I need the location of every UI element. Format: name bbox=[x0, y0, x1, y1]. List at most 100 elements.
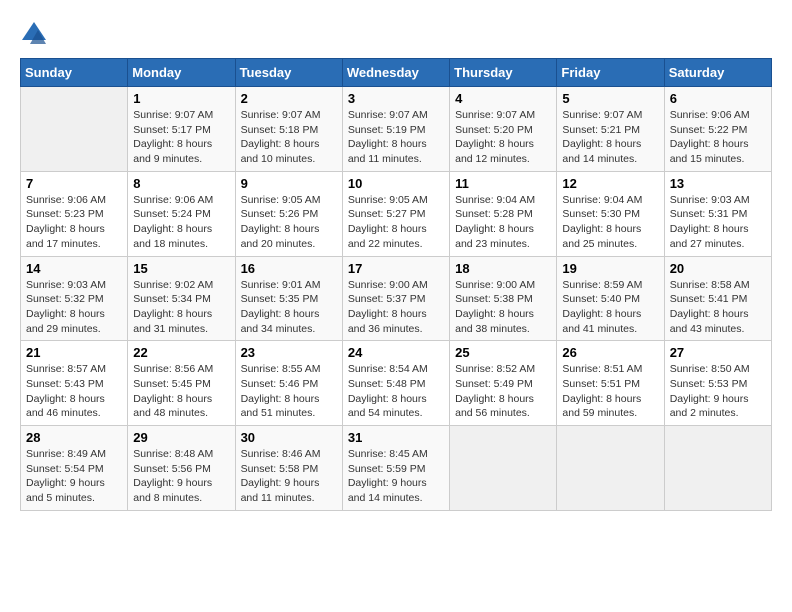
table-row: 13 Sunrise: 9:03 AM Sunset: 5:31 PM Dayli… bbox=[664, 171, 771, 256]
table-row: 30 Sunrise: 8:46 AM Sunset: 5:58 PM Dayli… bbox=[235, 426, 342, 511]
calendar-week-row: 7Sunrise: 9:06 AM Sunset: 5:23 PM Daylig… bbox=[21, 171, 772, 256]
day-number: 1 bbox=[133, 91, 229, 106]
calendar-week-row: 14 Sunrise: 9:03 AM Sunset: 5:32 PM Dayli… bbox=[21, 256, 772, 341]
day-number: 18 bbox=[455, 261, 551, 276]
day-number: 16 bbox=[241, 261, 337, 276]
day-info: Sunrise: 9:03 AM Sunset: 5:32 PM Dayligh… bbox=[26, 278, 122, 337]
table-row: 8 Sunrise: 9:06 AM Sunset: 5:24 PM Daylig… bbox=[128, 171, 235, 256]
table-row: 26Sunrise: 8:51 AM Sunset: 5:51 PM Dayli… bbox=[557, 341, 664, 426]
day-number: 15 bbox=[133, 261, 229, 276]
table-row: 25Sunrise: 8:52 AM Sunset: 5:49 PM Dayli… bbox=[450, 341, 557, 426]
table-row bbox=[450, 426, 557, 511]
day-info: Sunrise: 9:07 AM Sunset: 5:20 PM Dayligh… bbox=[455, 108, 551, 167]
table-row: 17 Sunrise: 9:00 AM Sunset: 5:37 PM Dayli… bbox=[342, 256, 449, 341]
table-row: 29Sunrise: 8:48 AM Sunset: 5:56 PM Dayli… bbox=[128, 426, 235, 511]
day-info: Sunrise: 8:46 AM Sunset: 5:58 PM Dayligh… bbox=[241, 447, 337, 506]
day-info: Sunrise: 9:00 AM Sunset: 5:38 PM Dayligh… bbox=[455, 278, 551, 337]
day-info: Sunrise: 9:02 AM Sunset: 5:34 PM Dayligh… bbox=[133, 278, 229, 337]
col-thursday: Thursday bbox=[450, 59, 557, 87]
day-number: 9 bbox=[241, 176, 337, 191]
day-number: 19 bbox=[562, 261, 658, 276]
table-row: 2Sunrise: 9:07 AM Sunset: 5:18 PM Daylig… bbox=[235, 87, 342, 172]
day-info: Sunrise: 9:07 AM Sunset: 5:19 PM Dayligh… bbox=[348, 108, 444, 167]
table-row: 23 Sunrise: 8:55 AM Sunset: 5:46 PM Dayli… bbox=[235, 341, 342, 426]
table-row: 3 Sunrise: 9:07 AM Sunset: 5:19 PM Daylig… bbox=[342, 87, 449, 172]
day-info: Sunrise: 8:50 AM Sunset: 5:53 PM Dayligh… bbox=[670, 362, 766, 421]
day-number: 17 bbox=[348, 261, 444, 276]
col-friday: Friday bbox=[557, 59, 664, 87]
day-info: Sunrise: 8:59 AM Sunset: 5:40 PM Dayligh… bbox=[562, 278, 658, 337]
day-info: Sunrise: 8:55 AM Sunset: 5:46 PM Dayligh… bbox=[241, 362, 337, 421]
table-row bbox=[21, 87, 128, 172]
table-row: 16 Sunrise: 9:01 AM Sunset: 5:35 PM Dayli… bbox=[235, 256, 342, 341]
day-number: 29 bbox=[133, 430, 229, 445]
col-sunday: Sunday bbox=[21, 59, 128, 87]
table-row: 27 Sunrise: 8:50 AM Sunset: 5:53 PM Dayli… bbox=[664, 341, 771, 426]
day-number: 30 bbox=[241, 430, 337, 445]
table-row: 6 Sunrise: 9:06 AM Sunset: 5:22 PM Daylig… bbox=[664, 87, 771, 172]
table-row: 20 Sunrise: 8:58 AM Sunset: 5:41 PM Dayli… bbox=[664, 256, 771, 341]
day-info: Sunrise: 8:49 AM Sunset: 5:54 PM Dayligh… bbox=[26, 447, 122, 506]
col-wednesday: Wednesday bbox=[342, 59, 449, 87]
day-number: 23 bbox=[241, 345, 337, 360]
day-info: Sunrise: 9:07 AM Sunset: 5:21 PM Dayligh… bbox=[562, 108, 658, 167]
day-number: 8 bbox=[133, 176, 229, 191]
day-number: 20 bbox=[670, 261, 766, 276]
logo bbox=[20, 20, 50, 48]
day-number: 13 bbox=[670, 176, 766, 191]
table-row: 28 Sunrise: 8:49 AM Sunset: 5:54 PM Dayli… bbox=[21, 426, 128, 511]
page-header bbox=[20, 20, 772, 48]
day-number: 3 bbox=[348, 91, 444, 106]
day-number: 26 bbox=[562, 345, 658, 360]
day-info: Sunrise: 9:03 AM Sunset: 5:31 PM Dayligh… bbox=[670, 193, 766, 252]
day-info: Sunrise: 9:05 AM Sunset: 5:27 PM Dayligh… bbox=[348, 193, 444, 252]
day-info: Sunrise: 9:04 AM Sunset: 5:28 PM Dayligh… bbox=[455, 193, 551, 252]
day-info: Sunrise: 8:56 AM Sunset: 5:45 PM Dayligh… bbox=[133, 362, 229, 421]
col-monday: Monday bbox=[128, 59, 235, 87]
table-row: 4Sunrise: 9:07 AM Sunset: 5:20 PM Daylig… bbox=[450, 87, 557, 172]
day-info: Sunrise: 9:00 AM Sunset: 5:37 PM Dayligh… bbox=[348, 278, 444, 337]
day-number: 31 bbox=[348, 430, 444, 445]
day-number: 27 bbox=[670, 345, 766, 360]
table-row: 9 Sunrise: 9:05 AM Sunset: 5:26 PM Daylig… bbox=[235, 171, 342, 256]
day-number: 11 bbox=[455, 176, 551, 191]
table-row: 5 Sunrise: 9:07 AM Sunset: 5:21 PM Daylig… bbox=[557, 87, 664, 172]
day-info: Sunrise: 9:05 AM Sunset: 5:26 PM Dayligh… bbox=[241, 193, 337, 252]
table-row: 15 Sunrise: 9:02 AM Sunset: 5:34 PM Dayli… bbox=[128, 256, 235, 341]
day-info: Sunrise: 9:04 AM Sunset: 5:30 PM Dayligh… bbox=[562, 193, 658, 252]
day-info: Sunrise: 9:06 AM Sunset: 5:22 PM Dayligh… bbox=[670, 108, 766, 167]
calendar-table: Sunday Monday Tuesday Wednesday Thursday… bbox=[20, 58, 772, 511]
table-row: 31 Sunrise: 8:45 AM Sunset: 5:59 PM Dayli… bbox=[342, 426, 449, 511]
day-info: Sunrise: 8:58 AM Sunset: 5:41 PM Dayligh… bbox=[670, 278, 766, 337]
day-info: Sunrise: 8:52 AM Sunset: 5:49 PM Dayligh… bbox=[455, 362, 551, 421]
day-info: Sunrise: 9:01 AM Sunset: 5:35 PM Dayligh… bbox=[241, 278, 337, 337]
day-number: 10 bbox=[348, 176, 444, 191]
day-number: 24 bbox=[348, 345, 444, 360]
table-row bbox=[557, 426, 664, 511]
day-info: Sunrise: 8:45 AM Sunset: 5:59 PM Dayligh… bbox=[348, 447, 444, 506]
calendar-week-row: 28 Sunrise: 8:49 AM Sunset: 5:54 PM Dayli… bbox=[21, 426, 772, 511]
day-info: Sunrise: 8:54 AM Sunset: 5:48 PM Dayligh… bbox=[348, 362, 444, 421]
table-row: 7Sunrise: 9:06 AM Sunset: 5:23 PM Daylig… bbox=[21, 171, 128, 256]
day-number: 14 bbox=[26, 261, 122, 276]
day-info: Sunrise: 9:06 AM Sunset: 5:24 PM Dayligh… bbox=[133, 193, 229, 252]
col-saturday: Saturday bbox=[664, 59, 771, 87]
day-info: Sunrise: 9:07 AM Sunset: 5:17 PM Dayligh… bbox=[133, 108, 229, 167]
day-number: 12 bbox=[562, 176, 658, 191]
calendar-week-row: 1 Sunrise: 9:07 AM Sunset: 5:17 PM Daylig… bbox=[21, 87, 772, 172]
table-row: 19 Sunrise: 8:59 AM Sunset: 5:40 PM Dayli… bbox=[557, 256, 664, 341]
table-row: 18 Sunrise: 9:00 AM Sunset: 5:38 PM Dayli… bbox=[450, 256, 557, 341]
day-number: 22 bbox=[133, 345, 229, 360]
logo-icon bbox=[20, 20, 48, 48]
day-number: 5 bbox=[562, 91, 658, 106]
table-row: 14 Sunrise: 9:03 AM Sunset: 5:32 PM Dayli… bbox=[21, 256, 128, 341]
day-number: 21 bbox=[26, 345, 122, 360]
day-number: 6 bbox=[670, 91, 766, 106]
table-row bbox=[664, 426, 771, 511]
table-row: 24 Sunrise: 8:54 AM Sunset: 5:48 PM Dayli… bbox=[342, 341, 449, 426]
table-row: 11 Sunrise: 9:04 AM Sunset: 5:28 PM Dayli… bbox=[450, 171, 557, 256]
day-info: Sunrise: 8:57 AM Sunset: 5:43 PM Dayligh… bbox=[26, 362, 122, 421]
day-number: 28 bbox=[26, 430, 122, 445]
calendar-header-row: Sunday Monday Tuesday Wednesday Thursday… bbox=[21, 59, 772, 87]
table-row: 12 Sunrise: 9:04 AM Sunset: 5:30 PM Dayli… bbox=[557, 171, 664, 256]
